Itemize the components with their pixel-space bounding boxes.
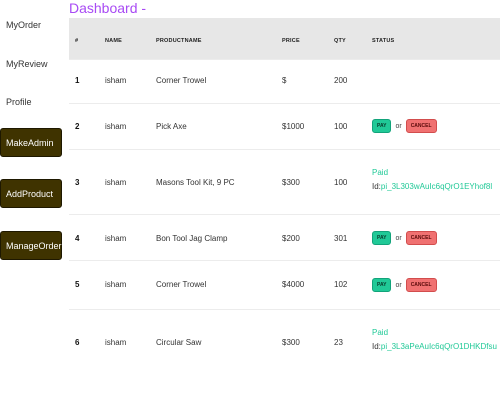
payment-id: Id:pi_3L303wAuIc6qQrO1EYhof8l [372,180,492,194]
row-product: Masons Tool Kit, 9 PC [156,178,235,187]
row-price: $300 [282,338,300,347]
header-qty: QTY [334,38,346,44]
row-qty: 100 [334,122,348,131]
row-product: Pick Axe [156,122,187,131]
or-text: or [395,122,402,130]
make-admin-label: MakeAdmin [6,137,54,148]
pay-button[interactable]: PAY [372,119,392,133]
row-num: 4 [75,234,80,243]
table-row: 6 isham Circular Saw $300 23 Paid Id:pi_… [69,309,500,375]
pay-button[interactable]: PAY [372,278,392,292]
header-name: NAME [105,38,122,44]
table-header: # NAME PRODUCTNAME PRICE QTY STATUS [69,18,500,59]
add-product-label: AddProduct [6,188,54,199]
row-product: Bon Tool Jag Clamp [156,234,228,243]
row-price: $1000 [282,122,305,131]
row-product: Corner Trowel [156,280,207,289]
row-num: 3 [75,178,80,187]
row-price: $4000 [282,280,305,289]
row-num: 1 [75,76,80,85]
row-qty: 102 [334,280,348,289]
header-status: STATUS [372,38,395,44]
row-qty: 23 [334,338,343,347]
row-num: 6 [75,338,80,347]
status-paid: Paid Id:pi_3L303wAuIc6qQrO1EYhof8l [372,166,492,194]
payment-id: Id:pi_3L3aPeAuIc6qQrO1DHKDfsu [372,340,497,354]
or-text: or [395,281,402,289]
payment-id-value: pi_3L303wAuIc6qQrO1EYhof8l [380,182,493,191]
status-actions: PAY or CANCEL [372,231,437,245]
row-price: $300 [282,178,300,187]
row-num: 5 [75,280,80,289]
cancel-button[interactable]: CANCEL [405,231,437,245]
sidebar-link-profile[interactable]: Profile [6,97,32,107]
row-price: $ [282,76,287,85]
row-product: Circular Saw [156,338,202,347]
table-row: 5 isham Corner Trowel $4000 102 PAY or C… [69,260,500,310]
manage-order-label: ManageOrder [6,240,62,251]
table-row: 4 isham Bon Tool Jag Clamp $200 301 PAY … [69,214,500,261]
add-product-button[interactable]: AddProduct [0,179,62,208]
status-paid: Paid Id:pi_3L3aPeAuIc6qQrO1DHKDfsu [372,326,497,354]
or-text: or [395,234,402,242]
paid-label: Paid [372,328,389,337]
row-product: Corner Trowel [156,76,207,85]
sidebar-link-myorder[interactable]: MyOrder [6,20,41,30]
table-row: 1 isham Corner Trowel $ 200 [69,59,500,104]
payment-id-value: pi_3L3aPeAuIc6qQrO1DHKDfsu [380,342,497,351]
row-name: isham [105,234,127,243]
sidebar: MyOrder MyReview Profile MakeAdmin AddPr… [0,0,66,400]
row-qty: 301 [334,234,348,243]
row-name: isham [105,76,127,85]
make-admin-button[interactable]: MakeAdmin [0,128,62,157]
cancel-button[interactable]: CANCEL [405,278,437,292]
table-row: 2 isham Pick Axe $1000 100 PAY or CANCEL [69,103,500,150]
sidebar-link-myreview[interactable]: MyReview [6,59,48,69]
table-row: 3 isham Masons Tool Kit, 9 PC $300 100 P… [69,149,500,215]
manage-order-button[interactable]: ManageOrder [0,231,62,260]
payment-id-label: Id: [372,342,381,351]
cancel-button[interactable]: CANCEL [405,119,437,133]
page-title: Dashboard - [69,0,147,16]
header-price: PRICE [282,38,300,44]
row-name: isham [105,338,127,347]
header-num: # [75,38,79,44]
row-price: $200 [282,234,300,243]
header-productname: PRODUCTNAME [156,38,202,44]
paid-label: Paid [372,168,389,177]
row-qty: 200 [334,76,348,85]
row-name: isham [105,122,127,131]
status-actions: PAY or CANCEL [372,119,437,133]
row-name: isham [105,280,127,289]
row-num: 2 [75,122,80,131]
payment-id-label: Id: [372,182,381,191]
pay-button[interactable]: PAY [372,231,392,245]
status-actions: PAY or CANCEL [372,278,437,292]
row-name: isham [105,178,127,187]
row-qty: 100 [334,178,348,187]
